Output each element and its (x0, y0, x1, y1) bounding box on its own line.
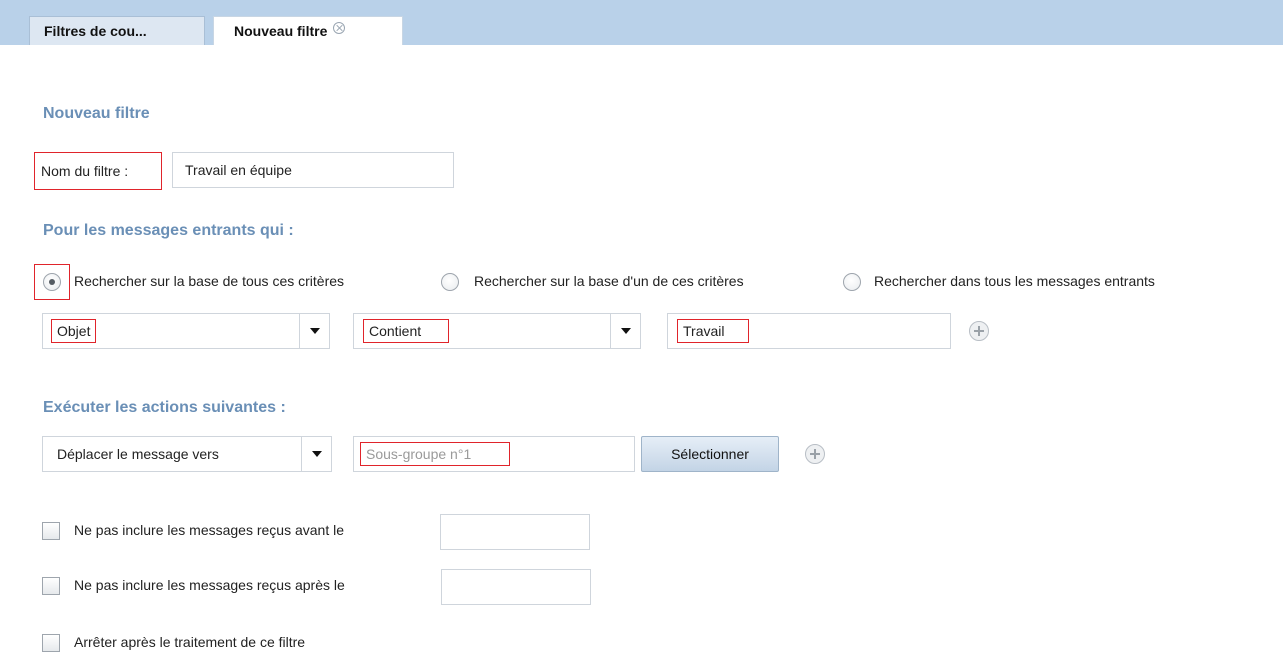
page-title: Nouveau filtre (43, 105, 150, 122)
tab-new-filter-label: Nouveau filtre (234, 23, 328, 39)
filter-name-value: Travail en équipe (185, 162, 292, 178)
criterion-field-select[interactable]: Objet (42, 313, 330, 349)
chevron-down-icon[interactable] (301, 437, 331, 471)
criterion-operator-value: Contient (363, 319, 449, 343)
action-value: Déplacer le message vers (57, 446, 219, 462)
chevron-down-icon[interactable] (610, 314, 640, 348)
tab-filters[interactable]: Filtres de cou... (29, 16, 205, 45)
radio-any-criteria-label: Rechercher sur la base d'un de ces critè… (474, 273, 744, 289)
radio-all-messages[interactable] (843, 273, 861, 291)
close-tab-icon[interactable] (333, 22, 346, 34)
filter-name-label: Nom du filtre : (34, 152, 162, 190)
exclude-after-date-input[interactable] (441, 569, 591, 605)
exclude-before-date-input[interactable] (440, 514, 590, 550)
add-action-icon[interactable] (805, 444, 825, 464)
folder-placeholder: Sous-groupe n°1 (360, 442, 510, 466)
action-select[interactable]: Déplacer le message vers (42, 436, 332, 472)
add-criterion-icon[interactable] (969, 321, 989, 341)
exclude-before-checkbox[interactable] (42, 522, 60, 540)
criterion-text-value: Travail (677, 319, 749, 343)
stop-processing-checkbox[interactable] (42, 634, 60, 652)
radio-all-criteria-label: Rechercher sur la base de tous ces critè… (74, 273, 345, 289)
tab-new-filter[interactable]: Nouveau filtre (213, 16, 403, 45)
criterion-text-input[interactable]: Travail (667, 313, 951, 349)
select-folder-button[interactable]: Sélectionner (641, 436, 779, 472)
radio-all-criteria[interactable] (43, 273, 61, 291)
filter-name-input[interactable]: Travail en équipe (172, 152, 454, 188)
incoming-section-title: Pour les messages entrants qui : (43, 222, 294, 239)
tab-bar: Filtres de cou... Nouveau filtre (0, 0, 1283, 45)
folder-input[interactable]: Sous-groupe n°1 (353, 436, 635, 472)
exclude-after-checkbox[interactable] (42, 577, 60, 595)
criterion-field-value: Objet (51, 319, 97, 343)
radio-any-criteria[interactable] (441, 273, 459, 291)
exclude-after-label: Ne pas inclure les messages reçus après … (74, 577, 345, 593)
radio-all-messages-label: Rechercher dans tous les messages entran… (874, 273, 1155, 289)
tab-filters-label: Filtres de cou... (44, 23, 147, 39)
stop-processing-label: Arrêter après le traitement de ce filtre (74, 634, 306, 650)
exclude-before-label: Ne pas inclure les messages reçus avant … (74, 522, 345, 538)
criterion-operator-select[interactable]: Contient (353, 313, 641, 349)
chevron-down-icon[interactable] (299, 314, 329, 348)
actions-section-title: Exécuter les actions suivantes : (43, 399, 286, 416)
